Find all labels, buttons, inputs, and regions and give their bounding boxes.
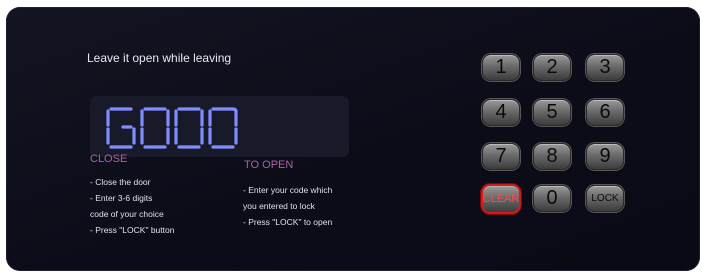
open-instructions: - Enter your code which you entered to l…	[243, 182, 332, 230]
lock-button[interactable]: LOCK	[586, 185, 624, 212]
open-step: - Enter your code which	[243, 185, 333, 195]
key-8[interactable]: 8	[533, 143, 571, 170]
status-message: Leave it open while leaving	[87, 51, 232, 65]
key-0[interactable]: 0	[533, 185, 571, 212]
open-step: - Press "LOCK" to open	[243, 217, 333, 227]
close-step: - Enter 3-6 digits	[90, 193, 153, 203]
key-9[interactable]: 9	[586, 143, 624, 170]
key-4[interactable]: 4	[482, 99, 520, 126]
clear-button[interactable]: CLEAR	[481, 184, 521, 214]
key-1[interactable]: 1	[482, 54, 520, 81]
close-step: - Close the door	[90, 177, 151, 187]
lcd-display	[90, 96, 349, 157]
key-3[interactable]: 3	[586, 54, 624, 81]
display-segment	[231, 107, 238, 114]
key-7[interactable]: 7	[482, 143, 520, 170]
close-step: - Press "LOCK" button	[90, 225, 175, 235]
open-section-title: TO OPEN	[244, 159, 294, 171]
safe-panel: Leave it open while leaving CLOSE - Clos…	[6, 7, 700, 271]
key-5[interactable]: 5	[533, 99, 571, 126]
open-step: you entered to lock	[243, 201, 315, 211]
close-instructions: - Close the door - Enter 3-6 digits code…	[90, 174, 174, 238]
close-section-title: CLOSE	[90, 153, 128, 165]
key-2[interactable]: 2	[533, 54, 571, 81]
close-step: code of your choice	[90, 209, 164, 219]
key-6[interactable]: 6	[586, 99, 624, 126]
display-readout	[106, 107, 238, 149]
